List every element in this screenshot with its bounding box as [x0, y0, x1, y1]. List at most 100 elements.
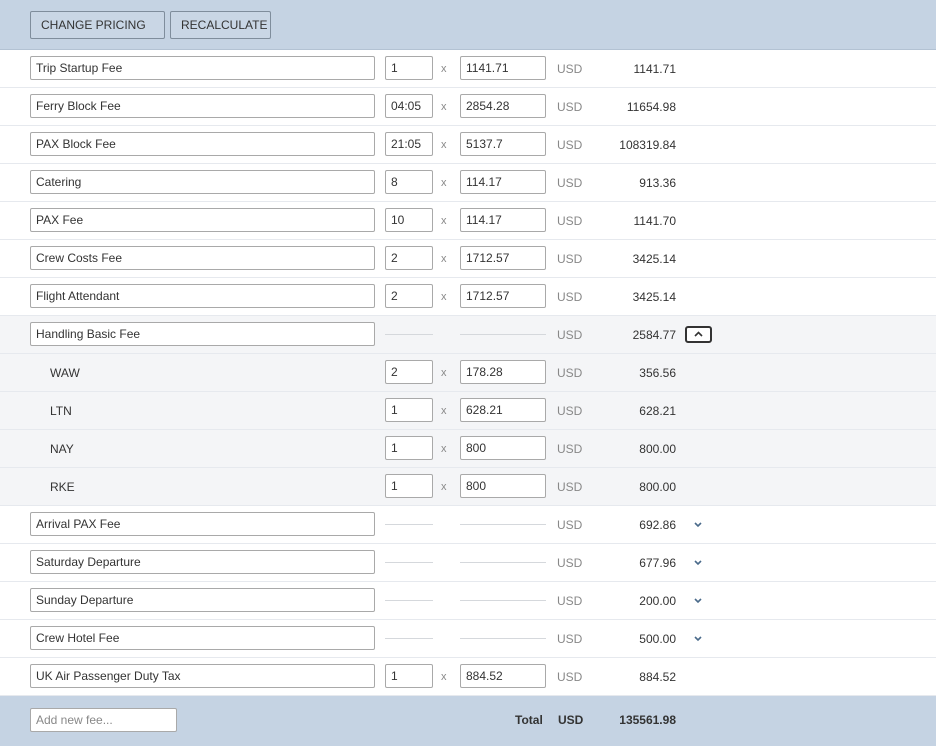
fee-name-input[interactable]: [30, 246, 375, 270]
fee-amount: 356.56: [639, 366, 676, 380]
unit-price-input[interactable]: [460, 56, 546, 80]
quantity-input[interactable]: [385, 170, 433, 194]
quantity-input[interactable]: [385, 56, 433, 80]
fee-name-input[interactable]: [30, 322, 375, 346]
currency-label: USD: [557, 176, 583, 190]
unit-price-input[interactable]: [460, 132, 546, 156]
quantity-placeholder-line: [385, 562, 433, 563]
unit-price-input[interactable]: [460, 284, 546, 308]
fee-amount: 800.00: [639, 480, 676, 494]
fee-row: USD 500.00: [0, 620, 936, 658]
unit-price-input[interactable]: [460, 94, 546, 118]
fee-row: x USD 1141.70: [0, 202, 936, 240]
currency-label: USD: [557, 442, 583, 456]
multiply-sign: x: [441, 177, 447, 189]
multiply-sign: x: [441, 101, 447, 113]
fee-name-input[interactable]: [30, 132, 375, 156]
quantity-input[interactable]: [385, 284, 433, 308]
currency-label: USD: [557, 404, 583, 418]
quantity-input[interactable]: [385, 474, 433, 498]
quantity-input[interactable]: [385, 398, 433, 422]
sub-fee-name: RKE: [50, 480, 75, 494]
fee-name-input[interactable]: [30, 588, 375, 612]
total-label: Total: [515, 713, 543, 727]
price-placeholder-line: [460, 334, 546, 335]
fee-amount: 800.00: [639, 442, 676, 456]
quantity-input[interactable]: [385, 94, 433, 118]
unit-price-input[interactable]: [460, 170, 546, 194]
fee-amount: 200.00: [639, 594, 676, 608]
fee-name-input[interactable]: [30, 284, 375, 308]
multiply-sign: x: [441, 405, 447, 417]
fee-name-input[interactable]: [30, 208, 375, 232]
fee-row: x USD 884.52: [0, 658, 936, 696]
fee-amount: 3425.14: [632, 290, 676, 304]
multiply-sign: x: [441, 481, 447, 493]
fee-amount: 2584.77: [632, 328, 676, 342]
unit-price-input[interactable]: [460, 398, 546, 422]
quantity-input[interactable]: [385, 246, 433, 270]
quantity-input[interactable]: [385, 208, 433, 232]
recalculate-button[interactable]: RECALCULATE: [170, 11, 271, 39]
unit-price-input[interactable]: [460, 246, 546, 270]
add-fee-input[interactable]: [30, 708, 177, 732]
chevron-up-icon: [694, 331, 703, 337]
fee-name-input[interactable]: [30, 664, 375, 688]
fee-name-input[interactable]: [30, 170, 375, 194]
currency-label: USD: [557, 366, 583, 380]
multiply-sign: x: [441, 63, 447, 75]
fee-name-input[interactable]: [30, 56, 375, 80]
chevron-down-icon[interactable]: [693, 521, 703, 529]
fee-name-input[interactable]: [30, 626, 375, 650]
quantity-input[interactable]: [385, 436, 433, 460]
currency-label: USD: [557, 594, 583, 608]
price-placeholder-line: [460, 600, 546, 601]
currency-label: USD: [557, 670, 583, 684]
currency-label: USD: [557, 252, 583, 266]
change-pricing-button[interactable]: CHANGE PRICING: [30, 11, 165, 54]
fee-row: x USD 108319.84: [0, 126, 936, 164]
fee-amount: 11654.98: [626, 100, 676, 114]
quantity-placeholder-line: [385, 600, 433, 601]
fee-row: x USD 3425.14: [0, 240, 936, 278]
multiply-sign: x: [441, 443, 447, 455]
price-placeholder-line: [460, 524, 546, 525]
unit-price-input[interactable]: [460, 360, 546, 384]
unit-price-input[interactable]: [460, 208, 546, 232]
multiply-sign: x: [441, 139, 447, 151]
unit-price-input[interactable]: [460, 474, 546, 498]
multiply-sign: x: [441, 671, 447, 683]
unit-price-input[interactable]: [460, 436, 546, 460]
chevron-down-icon[interactable]: [693, 559, 703, 567]
toolbar: CHANGE PRICING RECALCULATE: [0, 0, 936, 54]
quantity-placeholder-line: [385, 334, 433, 335]
fee-row: x USD 3425.14: [0, 278, 936, 316]
chevron-down-icon[interactable]: [693, 597, 703, 605]
fee-amount: 884.52: [639, 670, 676, 684]
currency-label: USD: [557, 214, 583, 228]
quantity-input[interactable]: [385, 664, 433, 688]
fee-row: x USD 11654.98: [0, 88, 936, 126]
quantity-input[interactable]: [385, 360, 433, 384]
multiply-sign: x: [441, 367, 447, 379]
chevron-down-icon[interactable]: [693, 635, 703, 643]
change-pricing-label: CHANGE PRICING: [41, 18, 146, 32]
fee-name-input[interactable]: [30, 550, 375, 574]
fee-name-input[interactable]: [30, 512, 375, 536]
currency-label: USD: [557, 480, 583, 494]
fee-amount: 108319.84: [619, 138, 676, 152]
fee-row: x USD 913.36: [0, 164, 936, 202]
fee-amount: 913.36: [639, 176, 676, 190]
fee-name-input[interactable]: [30, 94, 375, 118]
unit-price-input[interactable]: [460, 664, 546, 688]
fee-amount: 692.86: [639, 518, 676, 532]
quantity-placeholder-line: [385, 638, 433, 639]
multiply-sign: x: [441, 215, 447, 227]
collapse-group-button[interactable]: [685, 326, 712, 343]
sub-fee-name: LTN: [50, 404, 72, 418]
total-amount: 135561.98: [619, 713, 676, 727]
quantity-input[interactable]: [385, 132, 433, 156]
currency-label: USD: [557, 328, 583, 342]
sub-fee-name: NAY: [50, 442, 74, 456]
footer-bar: Total USD 135561.98: [0, 696, 936, 746]
